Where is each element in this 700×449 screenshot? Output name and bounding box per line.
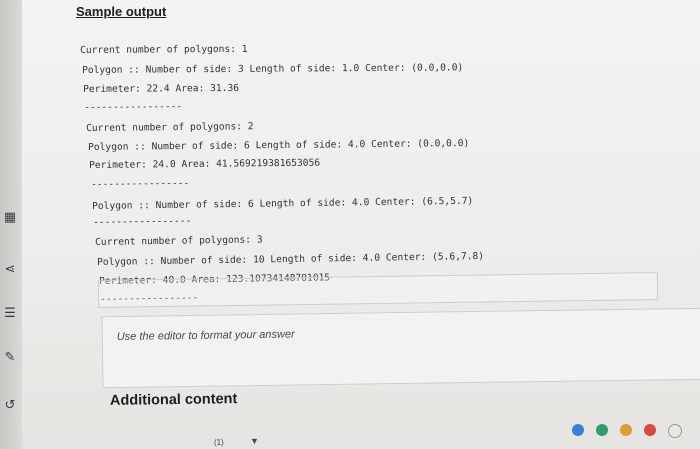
output-line: Perimeter: 22.4 Area: 31.36 [83, 82, 240, 95]
output-line: Current number of polygons: 1 [80, 43, 248, 56]
output-line: Polygon :: Number of side: 3 Length of s… [82, 62, 464, 76]
output-line: Current number of polygons: 2 [86, 121, 254, 134]
output-line: Current number of polygons: 3 [95, 234, 263, 248]
section-title: Sample output [76, 4, 167, 19]
app-icon-orange[interactable] [620, 424, 632, 436]
separator-line: ----------------- [91, 177, 190, 190]
list-icon[interactable]: ☰ [2, 306, 18, 322]
additional-content-heading: Additional content [109, 391, 238, 409]
chevron-down-icon: ▼ [250, 436, 259, 446]
separator-line: ----------------- [84, 101, 183, 113]
grid-icon[interactable]: ▦ [2, 210, 18, 226]
output-line: Polygon :: Number of side: 6 Length of s… [92, 195, 474, 212]
output-line: Perimeter: 24.0 Area: 41.569219381653056 [89, 157, 321, 171]
output-line: Polygon :: Number of side: 6 Length of s… [88, 138, 470, 153]
collapse-icon[interactable]: ⋖ [2, 262, 18, 278]
undo-icon[interactable]: ↺ [2, 398, 18, 414]
output-line: Polygon :: Number of side: 10 Length of … [97, 250, 485, 268]
dropdown-value: (1) [214, 438, 224, 447]
circle-icon[interactable] [668, 424, 682, 438]
app-icon-blue[interactable] [572, 424, 584, 436]
left-toolbar: ▦ ⋖ ☰ ✎ ↺ [0, 0, 22, 449]
separator-line: ----------------- [93, 215, 192, 228]
editor-placeholder: Use the editor to format your answer [116, 328, 295, 343]
answer-editor[interactable]: Use the editor to format your answer [101, 307, 700, 389]
app-icon-green[interactable] [596, 424, 608, 436]
screen: ▦ ⋖ ☰ ✎ ↺ Sample output Current number o… [0, 0, 700, 449]
app-icon-red[interactable] [644, 424, 656, 436]
edit-icon[interactable]: ✎ [2, 350, 18, 366]
format-dropdown[interactable]: (1) ▼ [200, 436, 270, 449]
